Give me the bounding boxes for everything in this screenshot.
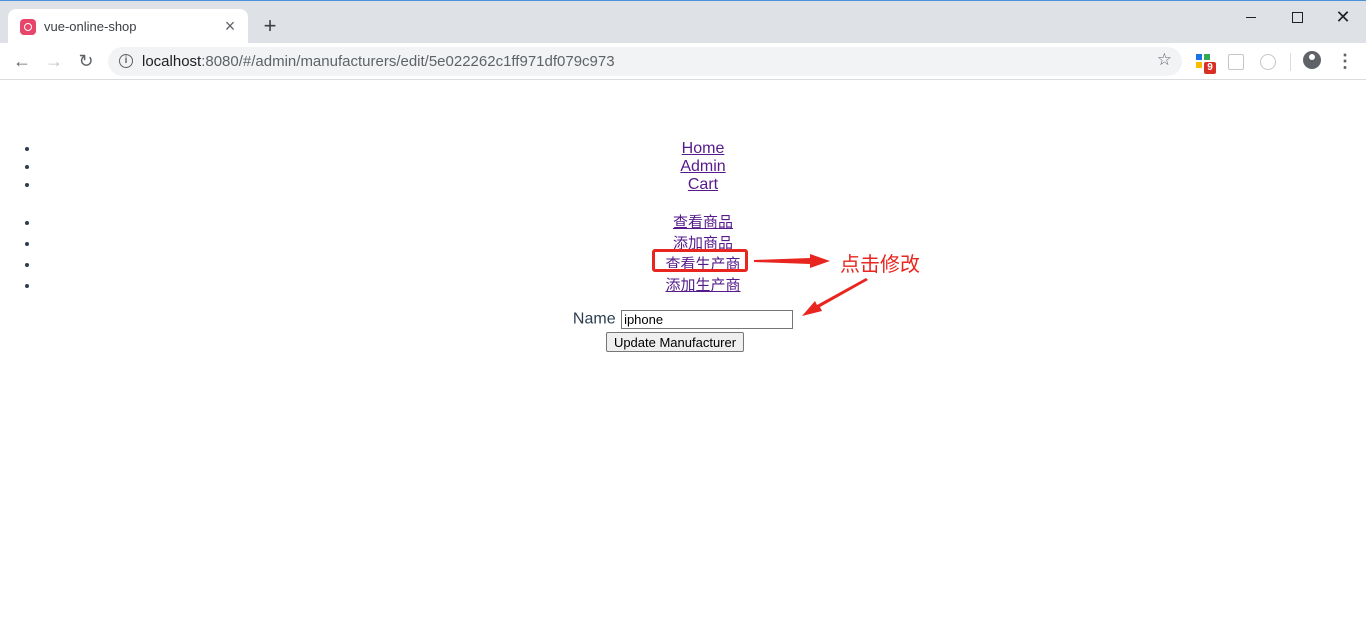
annotation-arrows xyxy=(754,254,868,316)
annotation-arrow-diagonal xyxy=(802,278,868,316)
annotation-text: 点击修改 xyxy=(840,252,920,276)
annotation-arrow-right xyxy=(754,254,830,268)
